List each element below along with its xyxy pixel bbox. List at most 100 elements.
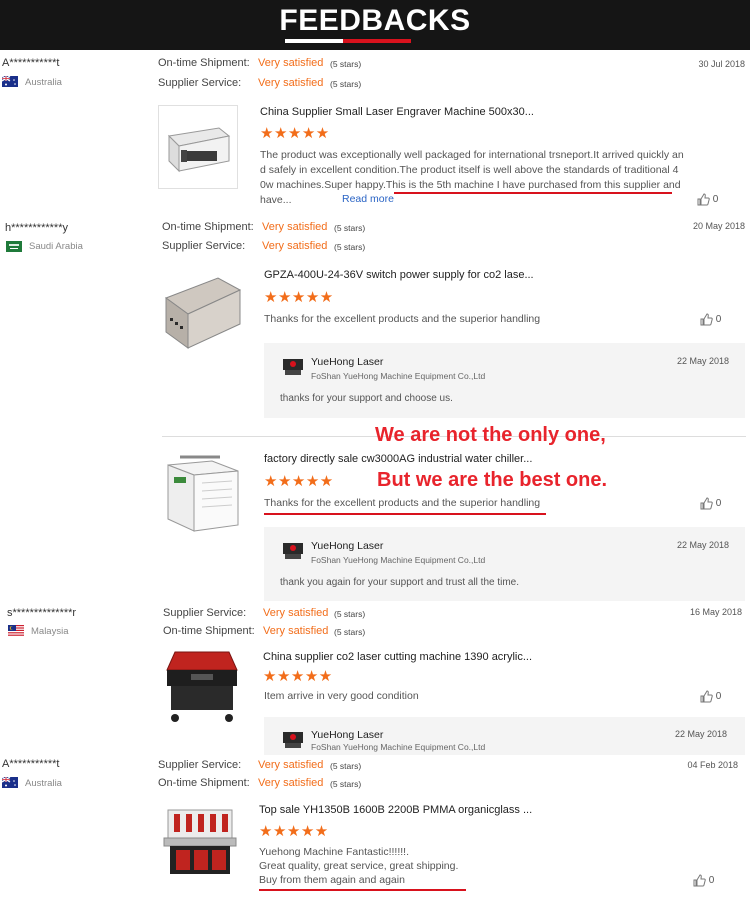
seller-name: YueHong Laser: [311, 356, 384, 368]
thumbs-up-icon: [700, 313, 713, 326]
rating-value: Very satisfied: [262, 240, 328, 252]
rating-stars-count: (5 stars): [330, 779, 362, 789]
reviewer-country: Australia: [25, 778, 62, 789]
star-rating: ★★★★★: [259, 823, 329, 840]
laser-cutting-machine-image: [166, 651, 238, 722]
rating-value: Very satisfied: [258, 57, 324, 69]
like-button[interactable]: 0: [693, 874, 714, 887]
star-rating: ★★★★★: [260, 125, 330, 142]
like-button[interactable]: 0: [700, 690, 721, 703]
rating-label: On-time Shipment:: [158, 777, 250, 789]
review-text: The product was exceptionally well packa…: [260, 149, 684, 206]
acrylic-machine-image: [163, 809, 237, 874]
rating-stars-count: (5 stars): [330, 79, 362, 89]
product-title[interactable]: GPZA-400U-24-36V switch power supply for…: [264, 269, 534, 281]
reviewer-country: Malaysia: [31, 626, 69, 637]
product-title[interactable]: China Supplier Small Laser Engraver Mach…: [260, 106, 534, 118]
rating-label: On-time Shipment:: [158, 57, 250, 69]
review-text: Item arrive in very good condition: [264, 690, 419, 702]
reply-date: 22 May 2018: [674, 729, 727, 739]
product-thumbnail[interactable]: [162, 268, 242, 352]
seller-company: FoShan YueHong Machine Equipment Co.,Ltd: [311, 555, 486, 565]
page-title: FEEDBACKS: [279, 4, 471, 37]
thumbs-up-icon: [700, 690, 713, 703]
seller-company: FoShan YueHong Machine Equipment Co.,Ltd: [311, 371, 486, 381]
review-date: 20 May 2018: [692, 221, 745, 231]
product-thumbnail[interactable]: [161, 648, 243, 726]
water-chiller-image: [167, 455, 239, 532]
rating-value: Very satisfied: [263, 625, 329, 637]
seller-company: FoShan YueHong Machine Equipment Co.,Ltd: [311, 742, 486, 752]
product-thumbnail[interactable]: [160, 804, 242, 882]
product-title[interactable]: China supplier co2 laser cutting machine…: [263, 651, 532, 663]
like-button[interactable]: 0: [697, 193, 718, 206]
rating-label: Supplier Service:: [163, 607, 247, 619]
rating-value: Very satisfied: [258, 777, 324, 789]
reply-date: 22 May 2018: [676, 540, 729, 550]
rating-stars-count: (5 stars): [330, 761, 362, 771]
laser-engraver-image: [167, 127, 231, 173]
like-button[interactable]: 0: [700, 497, 721, 510]
seller-name: YueHong Laser: [311, 540, 384, 552]
review-date: 16 May 2018: [689, 607, 742, 617]
review-text: Thanks for the excellent products and th…: [264, 497, 541, 509]
rating-label: On-time Shipment:: [162, 221, 254, 233]
seller-logo-icon: [283, 359, 303, 375]
rating-stars-count: (5 stars): [334, 223, 366, 233]
reviewer-name: A***********t: [2, 758, 60, 770]
review-date: 30 Jul 2018: [698, 59, 745, 69]
like-count: 0: [712, 194, 719, 206]
rating-value: Very satisfied: [258, 77, 324, 89]
review-text: Thanks for the excellent products and th…: [264, 313, 541, 325]
rating-stars-count: (5 stars): [334, 242, 366, 252]
thumbs-up-icon: [700, 497, 713, 510]
reviewer-country: Saudi Arabia: [29, 241, 83, 252]
rating-stars-count: (5 stars): [330, 59, 362, 69]
rating-label: Supplier Service:: [158, 759, 242, 771]
like-count: 0: [715, 498, 722, 510]
product-thumbnail[interactable]: [158, 105, 238, 189]
rating-label: Supplier Service:: [162, 240, 246, 252]
review-date: 04 Feb 2018: [687, 760, 738, 770]
rating-label: On-time Shipment:: [163, 625, 255, 637]
reply-text: thank you again for your support and tru…: [280, 577, 520, 588]
star-rating: ★★★★★: [264, 289, 334, 306]
malaysia-flag-icon: [8, 625, 24, 636]
seller-logo-icon: [283, 732, 303, 748]
promo-line-2: But we are the best one.: [377, 469, 608, 491]
highlight-underline: [259, 889, 466, 891]
rating-value: Very satisfied: [258, 759, 324, 771]
product-title[interactable]: factory directly sale cw3000AG industria…: [264, 453, 532, 465]
reviewer-name: s**************r: [7, 607, 77, 619]
reply-text: thanks for your support and choose us.: [280, 393, 453, 404]
power-supply-image: [164, 277, 242, 349]
rating-value: Very satisfied: [262, 221, 328, 233]
rating-stars-count: (5 stars): [334, 627, 366, 637]
title-underline-white: [285, 39, 343, 43]
star-rating: ★★★★★: [263, 668, 333, 685]
seller-logo-icon: [283, 543, 303, 559]
like-count: 0: [708, 875, 715, 887]
rating-value: Very satisfied: [263, 607, 329, 619]
highlight-underline: [394, 192, 672, 194]
product-title[interactable]: Top sale YH1350B 1600B 2200B PMMA organi…: [259, 804, 532, 816]
like-count: 0: [715, 314, 722, 326]
saudi-arabia-flag-icon: [6, 241, 22, 252]
seller-name: YueHong Laser: [311, 729, 384, 741]
reviewer-country: Australia: [25, 77, 62, 88]
australia-flag-icon: [2, 777, 18, 788]
review-text: Yuehong Machine Fantastic!!!!!!. Great q…: [259, 846, 459, 886]
thumbs-up-icon: [697, 193, 710, 206]
read-more-link[interactable]: Read more: [342, 193, 394, 205]
reviewer-name: h************y: [5, 222, 68, 234]
rating-stars-count: (5 stars): [334, 609, 366, 619]
reply-date: 22 May 2018: [676, 356, 729, 366]
like-button[interactable]: 0: [700, 313, 721, 326]
reviewer-name: A***********t: [2, 57, 60, 69]
thumbs-up-icon: [693, 874, 706, 887]
product-thumbnail[interactable]: [162, 447, 242, 535]
star-rating: ★★★★★: [264, 473, 334, 490]
highlight-underline: [264, 513, 546, 515]
australia-flag-icon: [2, 76, 18, 87]
promo-line-1: We are not the only one,: [375, 424, 606, 446]
